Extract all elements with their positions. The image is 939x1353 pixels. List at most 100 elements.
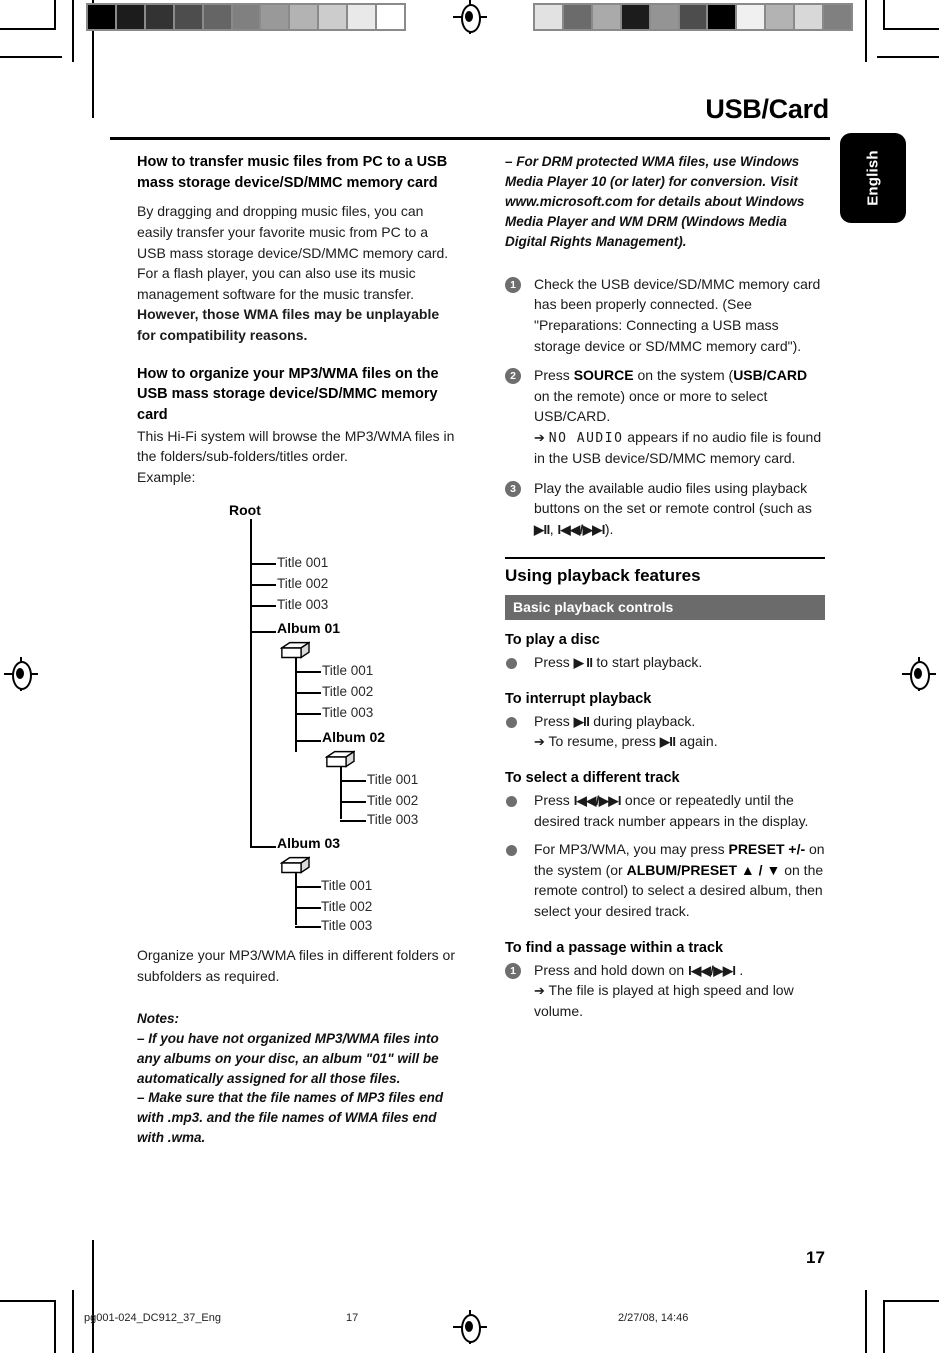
tree-node-root-title-1: Title 001 bbox=[277, 555, 329, 571]
play-pause-icon: ▶ II bbox=[573, 655, 593, 671]
folder-structure-diagram: Root Title 001 Title 002 Title 003 Album… bbox=[137, 502, 457, 932]
tree-node-a03-title-2: Title 002 bbox=[321, 899, 373, 915]
paragraph-organize-advice: Organize your MP3/WMA files in different… bbox=[137, 947, 455, 985]
note-item-2: – Make sure that the file names of MP3 f… bbox=[137, 1090, 444, 1146]
paragraph-flash-player: For a flash player, you can also use its… bbox=[137, 265, 416, 302]
heading-organize-files: How to organize your MP3/WMA files on th… bbox=[137, 365, 439, 423]
step-text-b: , bbox=[549, 520, 558, 537]
arrow-icon: ➔ bbox=[534, 429, 545, 445]
step-find-passage: 1 Press and hold down on I◀◀/▶▶I . ➔ The… bbox=[505, 960, 825, 1022]
button-label-album-preset: ALBUM/PRESET ▲ / ▼ bbox=[626, 861, 781, 878]
bullet-play-disc: Press ▶ II to start playback. bbox=[505, 652, 825, 673]
tree-line-album-01 bbox=[250, 631, 276, 634]
display-text-no-audio: NO AUDIO bbox=[548, 430, 624, 446]
tree-line-a01-title-3 bbox=[295, 713, 321, 716]
prev-next-icon: I◀◀/▶▶I bbox=[557, 521, 606, 537]
step-text-c: on the remote) once or more to select US… bbox=[534, 387, 768, 425]
arrow-icon: ➔ bbox=[534, 983, 545, 999]
page-title: USB/Card bbox=[705, 94, 829, 124]
page-number: 17 bbox=[806, 1248, 825, 1267]
step-number-badge: 2 bbox=[505, 368, 521, 385]
bullet-result-text-b: again. bbox=[675, 733, 718, 750]
step-result-text: The file is played at high speed and low… bbox=[534, 982, 794, 1019]
tree-node-a01-title-2: Title 002 bbox=[322, 684, 374, 700]
tree-line-root-title-2 bbox=[250, 584, 276, 587]
tree-line-a03-title-1 bbox=[295, 886, 321, 889]
step-number-badge: 1 bbox=[505, 276, 521, 293]
footer-page: 17 bbox=[346, 1312, 359, 1324]
tree-node-root-title-2: Title 002 bbox=[277, 576, 329, 592]
tree-node-album-01: Album 01 bbox=[277, 620, 341, 637]
features-divider bbox=[505, 557, 825, 560]
step-text-a: Press and hold down on bbox=[534, 961, 689, 978]
play-pause-icon: ▶II bbox=[659, 734, 676, 750]
paragraph-browse-order: This Hi-Fi system will browse the MP3/WM… bbox=[137, 427, 455, 465]
tree-line-album-03 bbox=[250, 846, 276, 849]
tree-node-a01-title-3: Title 003 bbox=[322, 705, 374, 721]
bullet-text-a: Press bbox=[534, 654, 574, 671]
bullet-text-a: Press bbox=[534, 792, 574, 809]
play-pause-icon: ▶II bbox=[534, 521, 550, 537]
heading-transfer-music: How to transfer music files from PC to a… bbox=[137, 154, 448, 191]
play-pause-icon: ▶II bbox=[573, 713, 590, 729]
right-column: – For DRM protected WMA files, use Windo… bbox=[505, 152, 825, 1021]
tree-line-album-02 bbox=[295, 740, 321, 743]
tree-node-a02-title-1: Title 001 bbox=[367, 772, 419, 788]
note-item-1: – If you have not organized MP3/WMA file… bbox=[137, 1030, 439, 1086]
bullet-dot-icon bbox=[506, 845, 517, 857]
tree-line-a01-title-2 bbox=[295, 692, 321, 695]
paragraph-drag-drop: By dragging and dropping music files, yo… bbox=[137, 203, 449, 261]
prev-next-icon: I◀◀/▶▶I bbox=[573, 793, 622, 809]
note-drm-protected: – For DRM protected WMA files, use Windo… bbox=[505, 154, 805, 249]
bullet-interrupt-playback: Press ▶II during playback. ➔ To resume, … bbox=[505, 711, 825, 752]
tree-line-root-title-3 bbox=[250, 605, 276, 608]
page-content: USB/Card English How to transfer music f… bbox=[0, 0, 939, 1353]
step-text-a: Press bbox=[534, 367, 574, 384]
bullet-text-b: to start playback. bbox=[592, 654, 703, 671]
tree-line-a02-title-3 bbox=[340, 820, 366, 823]
bullet-dot-icon bbox=[506, 716, 517, 728]
tree-line-a03-title-3 bbox=[295, 926, 321, 929]
left-column: How to transfer music files from PC to a… bbox=[137, 152, 457, 1148]
button-label-preset: PRESET +/- bbox=[728, 841, 806, 858]
tree-node-a03-title-1: Title 001 bbox=[321, 878, 373, 894]
step-text-a: Play the available audio files using pla… bbox=[534, 479, 812, 517]
button-label-usb-card: USB/CARD bbox=[733, 367, 808, 384]
step-text-c: ). bbox=[604, 520, 614, 537]
bullet-text-a: Press bbox=[534, 712, 574, 729]
footer-filename: pg001-024_DC912_37_Eng bbox=[84, 1312, 222, 1324]
bullet-result-line: ➔ To resume, press ▶II again. bbox=[534, 731, 825, 752]
tree-node-a02-title-3: Title 003 bbox=[367, 812, 419, 828]
paragraph-example-label: Example: bbox=[137, 468, 196, 485]
step-item-2: 2 Press SOURCE on the system (USB/CARD o… bbox=[505, 365, 825, 468]
setup-steps-list: 1 Check the USB device/SD/MMC memory car… bbox=[505, 274, 825, 539]
tree-line-album-03-trunk bbox=[295, 873, 297, 926]
subheading-to-interrupt-playback: To interrupt playback bbox=[505, 690, 652, 707]
tree-node-album-02: Album 02 bbox=[322, 729, 386, 746]
tree-line-a01-title-1 bbox=[295, 671, 321, 674]
step-text-b: . bbox=[735, 961, 744, 978]
tree-node-a03-title-3: Title 003 bbox=[321, 918, 373, 934]
tree-node-root-title-3: Title 003 bbox=[277, 597, 329, 613]
bullet-text-b: during playback. bbox=[589, 712, 696, 729]
step-number-badge: 3 bbox=[505, 480, 521, 497]
subheading-to-find-passage: To find a passage within a track bbox=[505, 939, 724, 956]
tree-line-a02-title-2 bbox=[340, 801, 366, 804]
tree-line-a02-title-1 bbox=[340, 780, 366, 783]
tree-node-a02-title-2: Title 002 bbox=[367, 793, 419, 809]
step-item-1: 1 Check the USB device/SD/MMC memory car… bbox=[505, 274, 825, 356]
tree-node-root: Root bbox=[229, 502, 261, 519]
language-tab-label: English bbox=[864, 150, 882, 206]
notes-label: Notes: bbox=[137, 1010, 180, 1026]
prev-next-icon: I◀◀/▶▶I bbox=[688, 962, 736, 978]
step-result-line: ➔ NO AUDIO appears if no audio file is f… bbox=[534, 427, 825, 469]
section-bar-basic-playback-controls: Basic playback controls bbox=[505, 595, 825, 621]
subheading-to-select-different-track: To select a different track bbox=[505, 770, 680, 787]
bullet-result-text-a: To resume, press bbox=[544, 733, 660, 750]
bullet-select-track: Press I◀◀/▶▶I once or repeatedly until t… bbox=[505, 790, 825, 831]
bullet-dot-icon bbox=[506, 658, 517, 670]
tree-node-album-03: Album 03 bbox=[277, 835, 341, 852]
step-number-badge: 1 bbox=[505, 962, 521, 979]
tree-line-root-trunk bbox=[250, 519, 252, 848]
footer-timestamp: 2/27/08, 14:46 bbox=[618, 1312, 689, 1324]
